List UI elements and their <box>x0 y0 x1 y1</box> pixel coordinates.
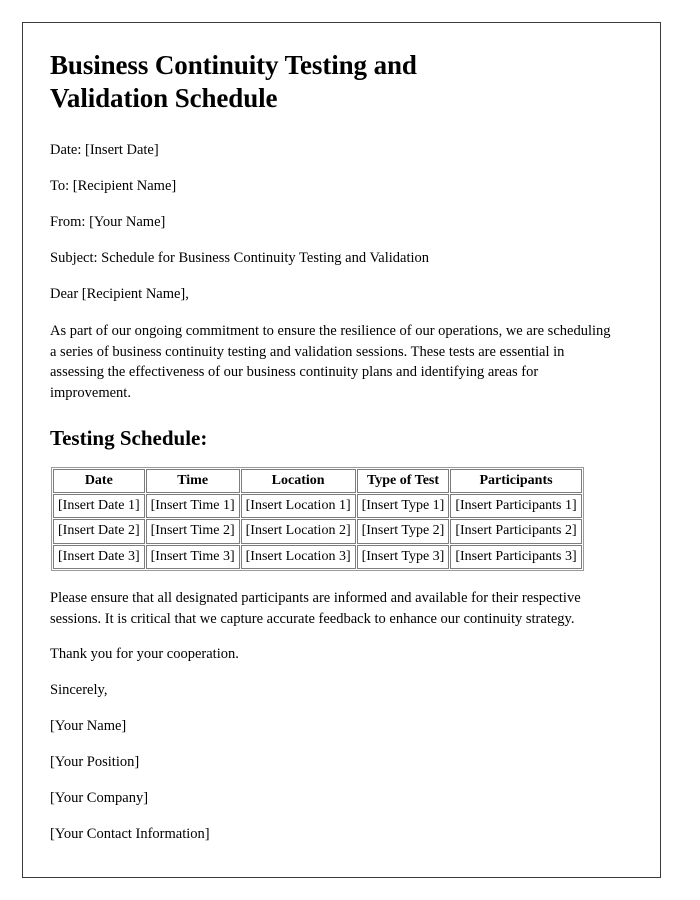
thanks-line: Thank you for your cooperation. <box>50 646 239 663</box>
table-row: [Insert Date 3] [Insert Time 3] [Insert … <box>53 544 582 569</box>
table-header: Date Time Location Type of Test Particip… <box>53 468 582 493</box>
table-row: [Insert Date 2] [Insert Time 2] [Insert … <box>53 519 582 544</box>
meta-line-subject: Subject: Schedule for Business Continuit… <box>50 250 430 267</box>
signature-position: [Your Position] <box>50 754 140 771</box>
cell-date: [Insert Date 2] <box>53 519 145 544</box>
column-header-participants: Participants <box>450 468 582 493</box>
page-title: Business Continuity Testing and Validati… <box>50 50 417 113</box>
cell-location: [Insert Location 1] <box>240 494 356 519</box>
meta-line-from: From: [Your Name] <box>50 214 166 230</box>
letter-header-block: Date: [Insert Date] To: [Recipient Name]… <box>50 141 632 305</box>
testing-schedule-table: Date Time Location Type of Test Particip… <box>51 466 584 571</box>
table-header-row: Date Time Location Type of Test Particip… <box>53 468 582 493</box>
table-row: [Insert Date 1] [Insert Time 1] [Insert … <box>53 494 582 519</box>
signature-block: Sincerely, [Your Name] [Your Position] [… <box>50 681 632 845</box>
column-header-location: Location <box>240 468 356 493</box>
cell-type-of-test: [Insert Type 3] <box>356 544 450 569</box>
cell-date: [Insert Date 1] <box>53 494 145 519</box>
cell-location: [Insert Location 3] <box>240 544 356 569</box>
signature-sign-off: Sincerely, <box>50 682 108 699</box>
cell-date: [Insert Date 3] <box>53 544 145 569</box>
column-header-type-of-test: Type of Test <box>356 468 450 493</box>
section-heading-testing-schedule: Testing Schedule: <box>50 425 208 450</box>
cell-participants: [Insert Participants 3] <box>450 544 582 569</box>
column-header-date: Date <box>53 468 145 493</box>
meta-line-date: Date: [Insert Date] <box>50 141 159 158</box>
document-page: Business Continuity Testing and Validati… <box>22 22 661 878</box>
closing-paragraph: Please ensure that all designated partic… <box>50 589 581 627</box>
signature-name: [Your Name] <box>50 718 127 735</box>
cell-time: [Insert Time 2] <box>145 519 240 544</box>
cell-participants: [Insert Participants 2] <box>450 519 582 544</box>
cell-type-of-test: [Insert Type 1] <box>356 494 450 519</box>
signature-company: [Your Company] <box>50 790 149 807</box>
table-body: [Insert Date 1] [Insert Time 1] [Insert … <box>53 494 582 569</box>
cell-location: [Insert Location 2] <box>240 519 356 544</box>
column-header-time: Time <box>145 468 240 493</box>
cell-time: [Insert Time 3] <box>145 544 240 569</box>
document-body: Business Continuity Testing and Validati… <box>23 23 660 845</box>
meta-line-salutation: Dear [Recipient Name], <box>50 286 189 303</box>
signature-contact: [Your Contact Information] <box>50 826 210 843</box>
meta-line-to: To: [Recipient Name] <box>50 177 177 194</box>
cell-type-of-test: [Insert Type 2] <box>356 519 450 544</box>
cell-participants: [Insert Participants 1] <box>450 494 582 519</box>
cell-time: [Insert Time 1] <box>145 494 240 519</box>
intro-paragraph: As part of our ongoing commitment to ens… <box>50 323 611 401</box>
